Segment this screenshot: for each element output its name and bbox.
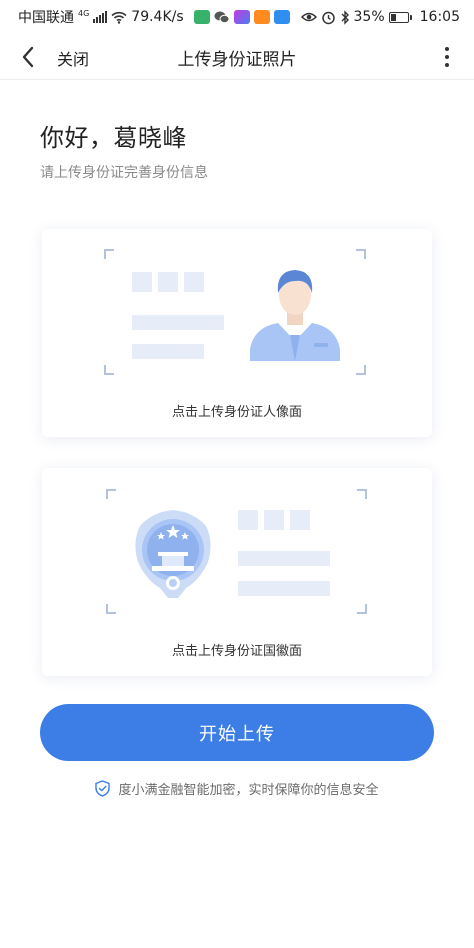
shield-check-icon (95, 780, 111, 797)
carrier-text: 中国联通 (18, 10, 74, 26)
placeholder-line (238, 581, 330, 596)
placeholder-line (132, 344, 204, 359)
wechat-icon (214, 11, 230, 24)
battery-percent: 35% (353, 9, 385, 25)
more-button[interactable] (438, 44, 456, 70)
upload-back-label: 点击上传身份证国徽面 (171, 644, 302, 659)
app-icon (253, 10, 270, 24)
frame-corner (356, 249, 366, 259)
status-bar: 中国联通 4G 79.4K/s 35% 16:05 (0, 0, 474, 34)
upload-id-back-card[interactable]: 点击上传身份证国徽面 (42, 468, 432, 676)
greeting-subtitle: 请上传身份证完善身份信息 (40, 165, 208, 181)
placeholder-block (132, 272, 152, 292)
placeholder-block (158, 272, 178, 292)
frame-corner (106, 604, 116, 614)
placeholder-block (238, 510, 258, 530)
frame-corner (104, 365, 114, 375)
battery-icon (388, 11, 412, 23)
app-icon (273, 10, 290, 24)
placeholder-block (184, 272, 204, 292)
security-text: 度小满金融智能加密，实时保障你的信息安全 (118, 783, 379, 798)
portrait-avatar-icon (250, 270, 340, 361)
national-emblem-icon (135, 510, 211, 598)
status-left: 中国联通 4G 79.4K/s (18, 7, 290, 27)
network-speed: 79.4K/s (131, 9, 184, 25)
more-vertical-icon (445, 47, 449, 51)
frame-corner (356, 365, 366, 375)
nav-bar: 关闭 上传身份证照片 (0, 34, 474, 80)
upload-front-label: 点击上传身份证人像面 (171, 405, 302, 420)
app-icon (193, 10, 210, 24)
app-icon (233, 10, 250, 24)
bluetooth-icon (341, 9, 349, 25)
eye-icon (300, 12, 317, 22)
signal-icon (93, 11, 108, 23)
placeholder-block (290, 510, 310, 530)
status-right: 35% 16:05 (300, 9, 460, 25)
security-note: 度小满金融智能加密，实时保障你的信息安全 (0, 779, 474, 798)
network-type: 4G (78, 9, 90, 18)
placeholder-line (238, 551, 330, 566)
frame-corner (106, 489, 116, 499)
frame-corner (104, 249, 114, 259)
frame-corner (357, 489, 367, 499)
frame-corner (357, 604, 367, 614)
page-title: 上传身份证照片 (177, 50, 297, 70)
wifi-icon (111, 11, 127, 24)
alarm-icon (321, 11, 335, 24)
clock: 16:05 (419, 9, 460, 25)
upload-id-front-card[interactable]: 点击上传身份证人像面 (42, 229, 432, 437)
placeholder-line (132, 315, 224, 330)
start-upload-button[interactable]: 开始上传 (40, 704, 434, 761)
placeholder-block (264, 510, 284, 530)
greeting-title: 你好，葛晓峰 (40, 124, 187, 152)
